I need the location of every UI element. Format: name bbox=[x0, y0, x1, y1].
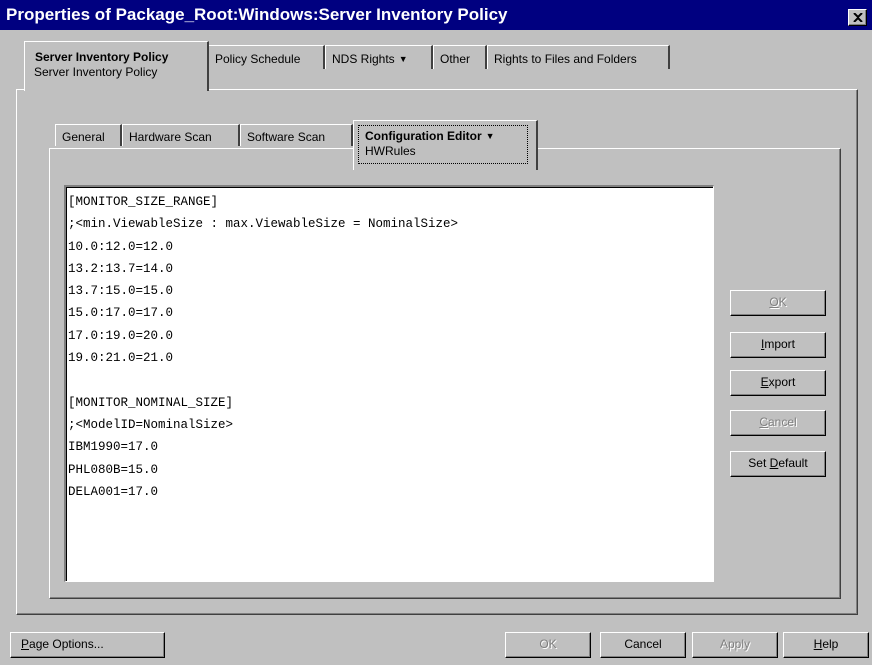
tab-sublabel: HWRules bbox=[365, 144, 416, 158]
label-post: ancel bbox=[767, 415, 797, 429]
editor-line: ;<min.ViewableSize : max.ViewableSize = … bbox=[68, 217, 459, 232]
editor-line: 13.2:13.7=14.0 bbox=[68, 261, 174, 276]
label-post: K bbox=[778, 295, 787, 309]
label-mnemonic: C bbox=[759, 415, 768, 429]
import-button[interactable]: Import bbox=[730, 332, 826, 358]
editor-line: ;<ModelID=NominalSize> bbox=[68, 417, 234, 432]
tab-label: General bbox=[62, 130, 105, 144]
tab-label: Policy Schedule bbox=[215, 52, 301, 66]
label: Apply bbox=[719, 637, 751, 651]
label-post: elp bbox=[822, 637, 839, 651]
tab-rights-to-files-and-folders[interactable]: Rights to Files and Folders bbox=[487, 45, 670, 69]
page-options-button[interactable]: Page Options... bbox=[10, 632, 165, 658]
tab-label: NDS Rights bbox=[332, 52, 395, 66]
label-mnemonic: E bbox=[760, 375, 769, 389]
tab-sublabel: Server Inventory Policy bbox=[34, 65, 158, 79]
cancel-edit-button[interactable]: Cancel bbox=[730, 410, 826, 436]
label-post: efault bbox=[778, 456, 808, 470]
tab-label: Software Scan bbox=[247, 130, 326, 144]
editor-line: DELA001=17.0 bbox=[68, 484, 159, 499]
tab-label: Configuration Editor bbox=[365, 129, 482, 143]
label-mnemonic: O bbox=[769, 295, 779, 309]
label-mnemonic: P bbox=[21, 637, 30, 651]
config-text-editor[interactable]: [MONITOR_SIZE_RANGE] ;<min.ViewableSize :… bbox=[64, 185, 714, 582]
close-icon bbox=[853, 13, 863, 22]
ok-button-bottom[interactable]: OK bbox=[505, 632, 591, 658]
editor-line: 13.7:15.0=15.0 bbox=[68, 284, 174, 299]
window-title: Properties of Package_Root:Windows:Serve… bbox=[6, 5, 508, 24]
tab-other[interactable]: Other bbox=[433, 45, 487, 69]
ok-button[interactable]: OK bbox=[730, 290, 826, 316]
label-pre: Set bbox=[748, 456, 770, 470]
label-post: age Options... bbox=[29, 637, 104, 651]
tab-server-inventory-policy[interactable]: Server Inventory Policy Server Inventory… bbox=[24, 41, 209, 91]
tab-label: Other bbox=[440, 52, 471, 66]
focus-rect: Configuration Editor ▼ HWRules bbox=[358, 125, 528, 164]
apply-button[interactable]: Apply bbox=[692, 632, 778, 658]
help-button[interactable]: Help bbox=[783, 632, 869, 658]
label: Cancel bbox=[624, 637, 662, 651]
tab-software-scan[interactable]: Software Scan bbox=[240, 124, 353, 146]
tab-hardware-scan[interactable]: Hardware Scan bbox=[122, 124, 240, 146]
tab-configuration-editor[interactable]: Configuration Editor ▼ HWRules bbox=[353, 120, 538, 170]
editor-line: PHL080B=15.0 bbox=[68, 462, 159, 477]
tab-nds-rights[interactable]: NDS Rights ▼ bbox=[325, 45, 433, 69]
editor-line: 15.0:17.0=17.0 bbox=[68, 306, 174, 321]
label-post: xport bbox=[768, 375, 796, 389]
editor-line: 10.0:12.0=12.0 bbox=[68, 239, 174, 254]
editor-line: [MONITOR_SIZE_RANGE] bbox=[68, 195, 219, 209]
tab-label: Rights to Files and Folders bbox=[494, 52, 637, 66]
editor-line: [MONITOR_NOMINAL_SIZE] bbox=[68, 395, 234, 410]
export-button[interactable]: Export bbox=[730, 370, 826, 396]
label: OK bbox=[539, 637, 557, 651]
tab-general[interactable]: General bbox=[55, 124, 122, 146]
triangle-down-icon: ▼ bbox=[485, 131, 495, 141]
title-bar[interactable]: Properties of Package_Root:Windows:Serve… bbox=[0, 0, 872, 30]
tab-label: Hardware Scan bbox=[129, 130, 212, 144]
set-default-button[interactable]: Set Default bbox=[730, 451, 826, 477]
label-post: mport bbox=[764, 337, 796, 351]
editor-line: 17.0:19.0=20.0 bbox=[68, 328, 174, 343]
tab-policy-schedule[interactable]: Policy Schedule bbox=[208, 45, 325, 69]
editor-line: IBM1990=17.0 bbox=[68, 440, 159, 455]
tab-label: Server Inventory Policy bbox=[35, 50, 169, 64]
cancel-button[interactable]: Cancel bbox=[600, 632, 686, 658]
close-button[interactable] bbox=[848, 9, 867, 26]
triangle-down-icon: ▼ bbox=[398, 54, 408, 64]
editor-line: 19.0:21.0=21.0 bbox=[68, 351, 174, 366]
